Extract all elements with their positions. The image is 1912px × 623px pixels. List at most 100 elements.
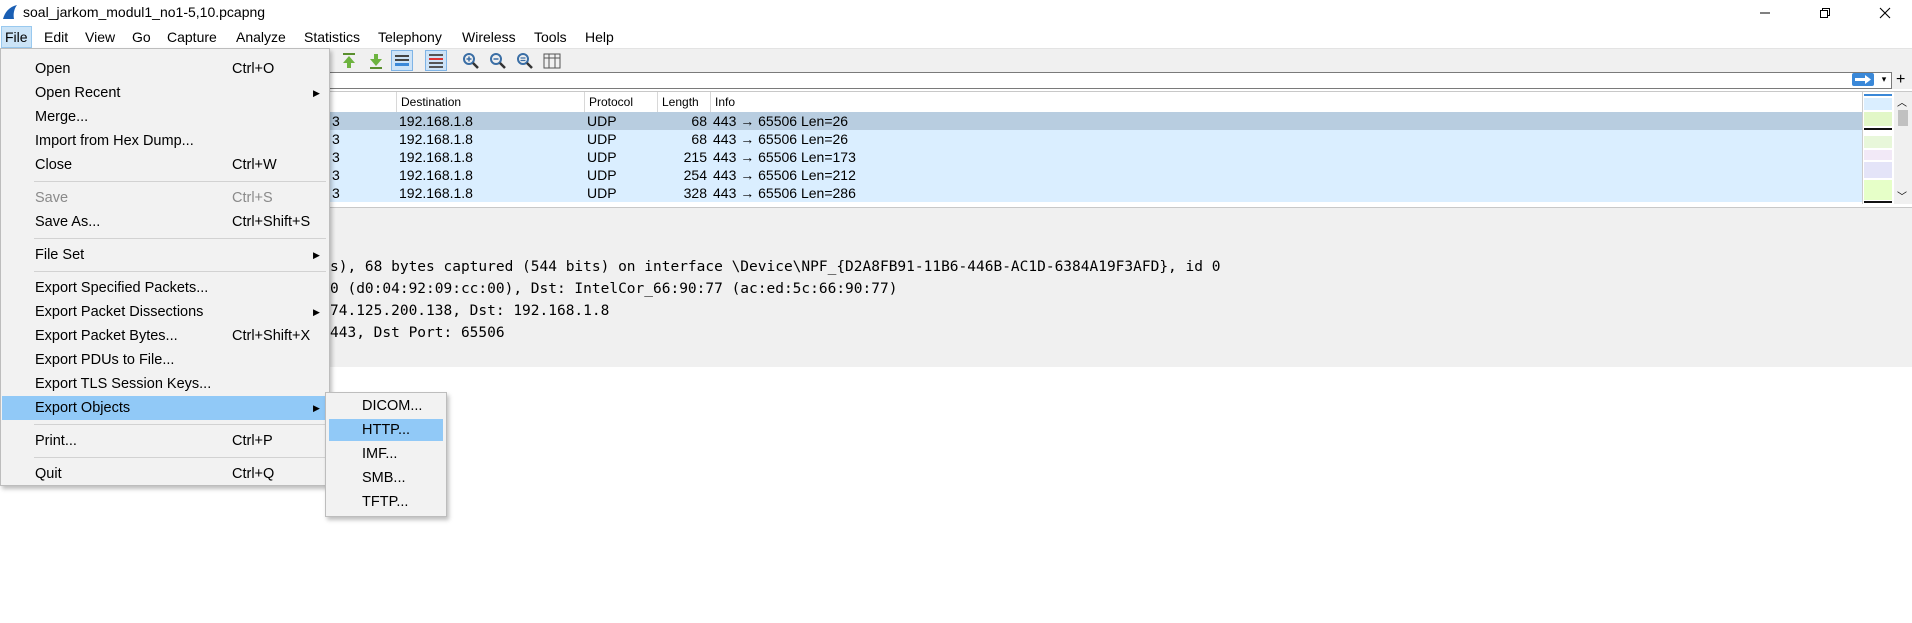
submenu-arrow-icon: ▶	[313, 403, 320, 413]
autoscroll-icon	[395, 55, 409, 66]
submenu-item-tftp[interactable]: TFTP...	[329, 491, 443, 513]
menu-item-export-specified-packets[interactable]: Export Specified Packets...	[2, 276, 328, 300]
menu-analyze[interactable]: Analyze	[233, 26, 289, 48]
menu-tools[interactable]: Tools	[531, 26, 570, 48]
length-cell: 328	[683, 185, 707, 201]
minimize-button[interactable]	[1742, 0, 1788, 26]
menu-statistics[interactable]: Statistics	[301, 26, 363, 48]
menu-item-export-packet-dissections[interactable]: Export Packet Dissections ▶	[2, 300, 328, 324]
file-menu-dropdown: Open Ctrl+O Open Recent ▶ Merge... Impor…	[0, 48, 330, 486]
colorize-button[interactable]	[425, 50, 447, 71]
scrollbar-thumb[interactable]	[1898, 110, 1908, 126]
packet-minimap[interactable]	[1862, 92, 1893, 204]
destination-cell: 192.168.1.8	[399, 185, 473, 201]
menu-item-export-pdus[interactable]: Export PDUs to File...	[2, 348, 328, 372]
column-header-destination[interactable]: Destination	[396, 92, 584, 112]
menu-item-save-as[interactable]: Save As... Ctrl+Shift+S	[2, 210, 328, 234]
go-last-icon[interactable]	[367, 52, 385, 70]
menu-separator	[34, 457, 326, 458]
restore-icon	[1820, 8, 1830, 18]
autoscroll-button[interactable]	[391, 50, 413, 71]
info-cell: 443 → 65506 Len=212	[713, 167, 856, 183]
destination-cell: 192.168.1.8	[399, 113, 473, 129]
column-header-protocol[interactable]: Protocol	[584, 92, 657, 112]
close-icon	[1879, 7, 1891, 19]
submenu-item-imf[interactable]: IMF...	[329, 443, 443, 465]
destination-cell: 192.168.1.8	[399, 167, 473, 183]
go-first-icon[interactable]	[340, 52, 358, 70]
info-cell: 443 → 65506 Len=26	[713, 113, 849, 129]
colorize-icon	[429, 54, 443, 68]
menu-item-open[interactable]: Open Ctrl+O	[2, 57, 328, 81]
title-bar: soal_jarkom_modul1_no1-5,10.pcapng	[0, 0, 1912, 26]
restore-button[interactable]	[1802, 0, 1848, 26]
menu-item-close[interactable]: Close Ctrl+W	[2, 153, 328, 177]
info-cell: 443 → 65506 Len=286	[713, 185, 856, 201]
length-cell: 68	[691, 113, 707, 129]
minimize-icon	[1760, 12, 1770, 14]
export-objects-submenu: DICOM... HTTP... IMF... SMB... TFTP...	[325, 392, 447, 517]
info-cell: 443 → 65506 Len=26	[713, 131, 849, 147]
submenu-item-smb[interactable]: SMB...	[329, 467, 443, 489]
menu-item-file-set[interactable]: File Set ▶	[2, 243, 328, 267]
length-cell: 215	[683, 149, 707, 165]
arrow-right-icon	[1855, 75, 1871, 84]
apply-filter-button[interactable]	[1852, 73, 1874, 86]
menu-item-quit[interactable]: Quit Ctrl+Q	[2, 462, 328, 486]
menu-go[interactable]: Go	[129, 26, 154, 48]
menu-separator	[34, 238, 326, 239]
menu-separator	[34, 424, 326, 425]
filter-history-dropdown[interactable]: ▾	[1878, 72, 1890, 87]
add-filter-button[interactable]: +	[1896, 71, 1905, 89]
protocol-cell: UDP	[587, 113, 617, 129]
menu-wireless[interactable]: Wireless	[459, 26, 519, 48]
source-cell: 3	[332, 149, 340, 165]
menu-item-export-objects[interactable]: Export Objects ▶	[2, 396, 328, 420]
info-cell: 443 → 65506 Len=173	[713, 149, 856, 165]
protocol-cell: UDP	[587, 149, 617, 165]
zoom-out-icon[interactable]	[489, 52, 507, 70]
menu-capture[interactable]: Capture	[164, 26, 220, 48]
menu-separator	[34, 271, 326, 272]
menu-file[interactable]: File	[1, 26, 32, 48]
protocol-cell: UDP	[587, 167, 617, 183]
protocol-cell: UDP	[587, 185, 617, 201]
menu-item-print[interactable]: Print... Ctrl+P	[2, 429, 328, 453]
menu-telephony[interactable]: Telephony	[375, 26, 445, 48]
wireshark-fin-icon	[3, 5, 17, 19]
packet-list-scrollbar[interactable]: ︿ ﹀	[1894, 92, 1912, 204]
menu-item-export-tls-keys[interactable]: Export TLS Session Keys...	[2, 372, 328, 396]
menu-view[interactable]: View	[82, 26, 118, 48]
submenu-item-dicom[interactable]: DICOM...	[329, 395, 443, 417]
source-cell: 3	[332, 113, 340, 129]
menu-item-open-recent[interactable]: Open Recent ▶	[2, 81, 328, 105]
column-header-info[interactable]: Info	[710, 92, 1862, 112]
menu-help[interactable]: Help	[582, 26, 617, 48]
protocol-cell: UDP	[587, 131, 617, 147]
submenu-arrow-icon: ▶	[313, 307, 320, 317]
resize-columns-icon[interactable]	[543, 52, 561, 70]
length-cell: 68	[691, 131, 707, 147]
zoom-normal-icon[interactable]	[516, 52, 534, 70]
menu-edit[interactable]: Edit	[41, 26, 71, 48]
submenu-arrow-icon: ▶	[313, 250, 320, 260]
column-header-length[interactable]: Length	[657, 92, 710, 112]
window-title: soal_jarkom_modul1_no1-5,10.pcapng	[23, 4, 266, 20]
submenu-item-http[interactable]: HTTP...	[329, 419, 443, 441]
submenu-arrow-icon: ▶	[313, 88, 320, 98]
source-cell: 3	[332, 167, 340, 183]
menu-bar: File Edit View Go Capture Analyze Statis…	[0, 26, 1912, 48]
zoom-in-icon[interactable]	[462, 52, 480, 70]
scroll-up-icon[interactable]: ︿	[1897, 94, 1907, 109]
close-button[interactable]	[1862, 0, 1908, 26]
scroll-down-icon[interactable]: ﹀	[1897, 188, 1907, 203]
source-cell: 3	[332, 131, 340, 147]
menu-item-export-packet-bytes[interactable]: Export Packet Bytes... Ctrl+Shift+X	[2, 324, 328, 348]
menu-item-merge[interactable]: Merge...	[2, 105, 328, 129]
destination-cell: 192.168.1.8	[399, 149, 473, 165]
menu-item-save: Save Ctrl+S	[35, 190, 273, 206]
source-cell: 3	[332, 185, 340, 201]
length-cell: 254	[683, 167, 707, 183]
menu-separator	[34, 181, 326, 182]
menu-item-import-hex[interactable]: Import from Hex Dump...	[2, 129, 328, 153]
